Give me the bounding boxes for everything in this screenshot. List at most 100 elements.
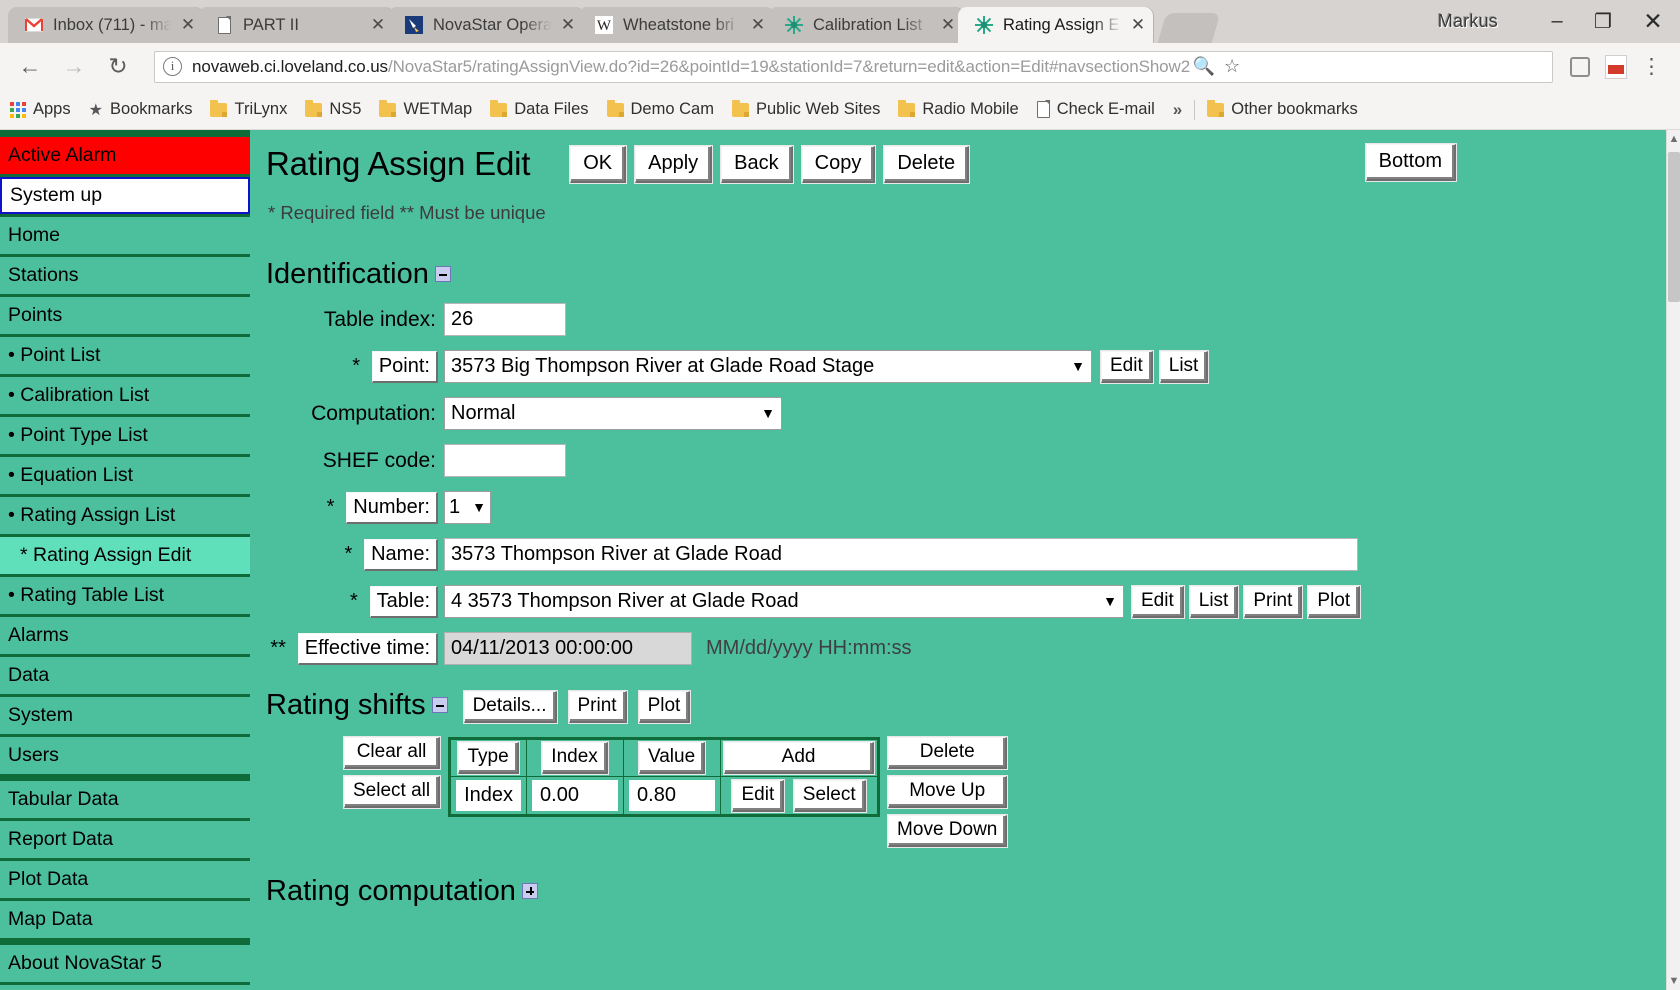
bookmark-trilynx[interactable]: TriLynx	[210, 100, 287, 119]
site-info-icon[interactable]: i	[163, 57, 182, 76]
sidebar-item-alarms[interactable]: Alarms	[0, 617, 250, 654]
copy-button[interactable]: Copy	[802, 146, 876, 183]
maximize-icon[interactable]: ❐	[1580, 0, 1626, 43]
extension-generic-icon[interactable]	[1563, 50, 1597, 84]
clear-all-button[interactable]: Clear all	[344, 737, 440, 769]
sidebar-item-calibration-list[interactable]: • Calibration List	[0, 377, 250, 414]
reload-icon[interactable]: ↻	[98, 47, 138, 87]
rating-shifts-plot-button[interactable]: Plot	[639, 691, 691, 723]
bookmarks-overflow-icon[interactable]: »	[1173, 100, 1182, 120]
sidebar-item-about-novastar-5[interactable]: About NovaStar 5	[0, 945, 250, 982]
close-icon[interactable]: ✕	[178, 15, 198, 35]
chrome-menu-icon[interactable]: ⋮	[1633, 56, 1670, 77]
browser-tab-inbox[interactable]: Inbox (711) - ma ✕	[8, 7, 204, 43]
browser-tab-novastar-operations[interactable]: NovaStar Opera ✕	[388, 7, 584, 43]
bottom-button[interactable]: Bottom	[1366, 144, 1456, 181]
point-list-button[interactable]: List	[1160, 351, 1209, 383]
bookmark-wetmap[interactable]: WETMap	[379, 100, 472, 119]
minimize-icon[interactable]: –	[1534, 0, 1580, 43]
rating-shifts-print-button[interactable]: Print	[569, 691, 627, 723]
bookmark-star-icon[interactable]: ☆	[1218, 56, 1246, 77]
select-all-button[interactable]: Select all	[344, 776, 440, 808]
bookmark-public-web-sites[interactable]: Public Web Sites	[732, 100, 880, 119]
back-button[interactable]: Back	[721, 146, 792, 183]
shef-code-input[interactable]	[444, 444, 566, 477]
point-select[interactable]: 3573 Big Thompson River at Glade Road St…	[444, 350, 1092, 383]
sidebar-item-users[interactable]: Users	[0, 737, 250, 774]
plus-icon[interactable]	[522, 883, 538, 899]
column-header-type[interactable]: Type	[458, 742, 518, 774]
sidebar-item-report-data[interactable]: Report Data	[0, 821, 250, 858]
minus-icon[interactable]	[435, 266, 451, 282]
row-select-button[interactable]: Select	[794, 780, 866, 812]
table-label-button[interactable]: Table:	[370, 586, 438, 618]
point-edit-button[interactable]: Edit	[1101, 351, 1153, 383]
move-up-button[interactable]: Move Up	[888, 776, 1007, 808]
table-select[interactable]: 4 3573 Thompson River at Glade Road ▼	[444, 585, 1124, 618]
bookmark-data-files[interactable]: Data Files	[490, 100, 588, 119]
rating-shifts-details-button[interactable]: Details...	[464, 691, 557, 723]
scroll-up-icon[interactable]: ▲	[1667, 130, 1680, 148]
sidebar-item-rating-table-list[interactable]: • Rating Table List	[0, 577, 250, 614]
name-label-button[interactable]: Name:	[364, 539, 438, 571]
table-index-input[interactable]	[444, 303, 566, 336]
sidebar-item-points[interactable]: Points	[0, 297, 250, 334]
name-input[interactable]	[444, 538, 1358, 571]
column-header-index[interactable]: Index	[542, 742, 607, 774]
sidebar-item-rating-assign-list[interactable]: • Rating Assign List	[0, 497, 250, 534]
effective-time-input[interactable]	[444, 632, 692, 665]
sidebar-item-stations[interactable]: Stations	[0, 257, 250, 294]
close-window-icon[interactable]: ✕	[1626, 0, 1680, 43]
point-label-button[interactable]: Point:	[372, 351, 438, 383]
row-edit-button[interactable]: Edit	[732, 780, 784, 812]
table-edit-button[interactable]: Edit	[1132, 586, 1184, 618]
sidebar-item-contact-hydrolynx[interactable]: Contact HydroLynx	[0, 985, 250, 990]
scrollbar-thumb[interactable]	[1668, 152, 1680, 302]
apply-button[interactable]: Apply	[635, 146, 712, 183]
table-print-button[interactable]: Print	[1244, 586, 1302, 618]
address-bar[interactable]: i novaweb.ci.loveland.co.us/NovaStar5/ra…	[154, 51, 1553, 83]
profile-name[interactable]: Markus	[1438, 11, 1498, 32]
sidebar-item-point-type-list[interactable]: • Point Type List	[0, 417, 250, 454]
sidebar-item-plot-data[interactable]: Plot Data	[0, 861, 250, 898]
sidebar-active-alarm[interactable]: Active Alarm	[0, 137, 250, 174]
sidebar-item-data[interactable]: Data	[0, 657, 250, 694]
bookmark-apps[interactable]: Apps	[10, 100, 71, 119]
sidebar-item-tabular-data[interactable]: Tabular Data	[0, 781, 250, 818]
delete-row-button[interactable]: Delete	[888, 737, 1007, 769]
bookmark-bookmarks[interactable]: ★ Bookmarks	[89, 100, 193, 120]
ok-button[interactable]: OK	[570, 146, 626, 183]
forward-icon[interactable]: →	[54, 47, 94, 87]
close-icon[interactable]: ✕	[368, 15, 388, 35]
back-icon[interactable]: ←	[10, 47, 50, 87]
sidebar-item-map-data[interactable]: Map Data	[0, 901, 250, 938]
sidebar-item-equation-list[interactable]: • Equation List	[0, 457, 250, 494]
browser-tab-wheatstone-bridge[interactable]: W Wheatstone bri ✕	[578, 7, 774, 43]
bookmark-demo-cam[interactable]: Demo Cam	[607, 100, 714, 119]
zoom-in-icon[interactable]: 🔍	[1190, 56, 1218, 77]
minus-icon[interactable]	[432, 697, 448, 713]
browser-tab-calibration-list[interactable]: Calibration List ✕	[768, 7, 964, 43]
sidebar-item-system[interactable]: System	[0, 697, 250, 734]
bookmark-radio-mobile[interactable]: Radio Mobile	[898, 100, 1018, 119]
table-list-button[interactable]: List	[1190, 586, 1239, 618]
bookmark-ns5[interactable]: NS5	[305, 100, 361, 119]
bookmark-other-bookmarks[interactable]: Other bookmarks	[1207, 100, 1358, 119]
number-label-button[interactable]: Number:	[346, 492, 438, 524]
delete-button[interactable]: Delete	[884, 146, 969, 183]
browser-tab-part-ii[interactable]: PART II ✕	[198, 7, 394, 43]
move-down-button[interactable]: Move Down	[888, 815, 1007, 847]
column-header-value[interactable]: Value	[639, 742, 705, 774]
add-button[interactable]: Add	[724, 742, 874, 774]
extension-pdf-icon[interactable]	[1599, 50, 1633, 84]
sidebar-item-point-list[interactable]: • Point List	[0, 337, 250, 374]
sidebar-item-home[interactable]: Home	[0, 217, 250, 254]
computation-select[interactable]: Normal ▼	[444, 397, 782, 430]
number-select[interactable]: 1 ▼	[444, 491, 491, 524]
scroll-down-icon[interactable]: ▼	[1667, 972, 1680, 990]
page-scrollbar[interactable]: ▲ ▼	[1666, 130, 1680, 990]
close-icon[interactable]: ✕	[1128, 15, 1148, 35]
effective-time-label-button[interactable]: Effective time:	[298, 633, 438, 665]
browser-tab-rating-assign-edit[interactable]: Rating Assign E ✕	[958, 7, 1154, 43]
new-tab-button[interactable]	[1158, 13, 1221, 43]
